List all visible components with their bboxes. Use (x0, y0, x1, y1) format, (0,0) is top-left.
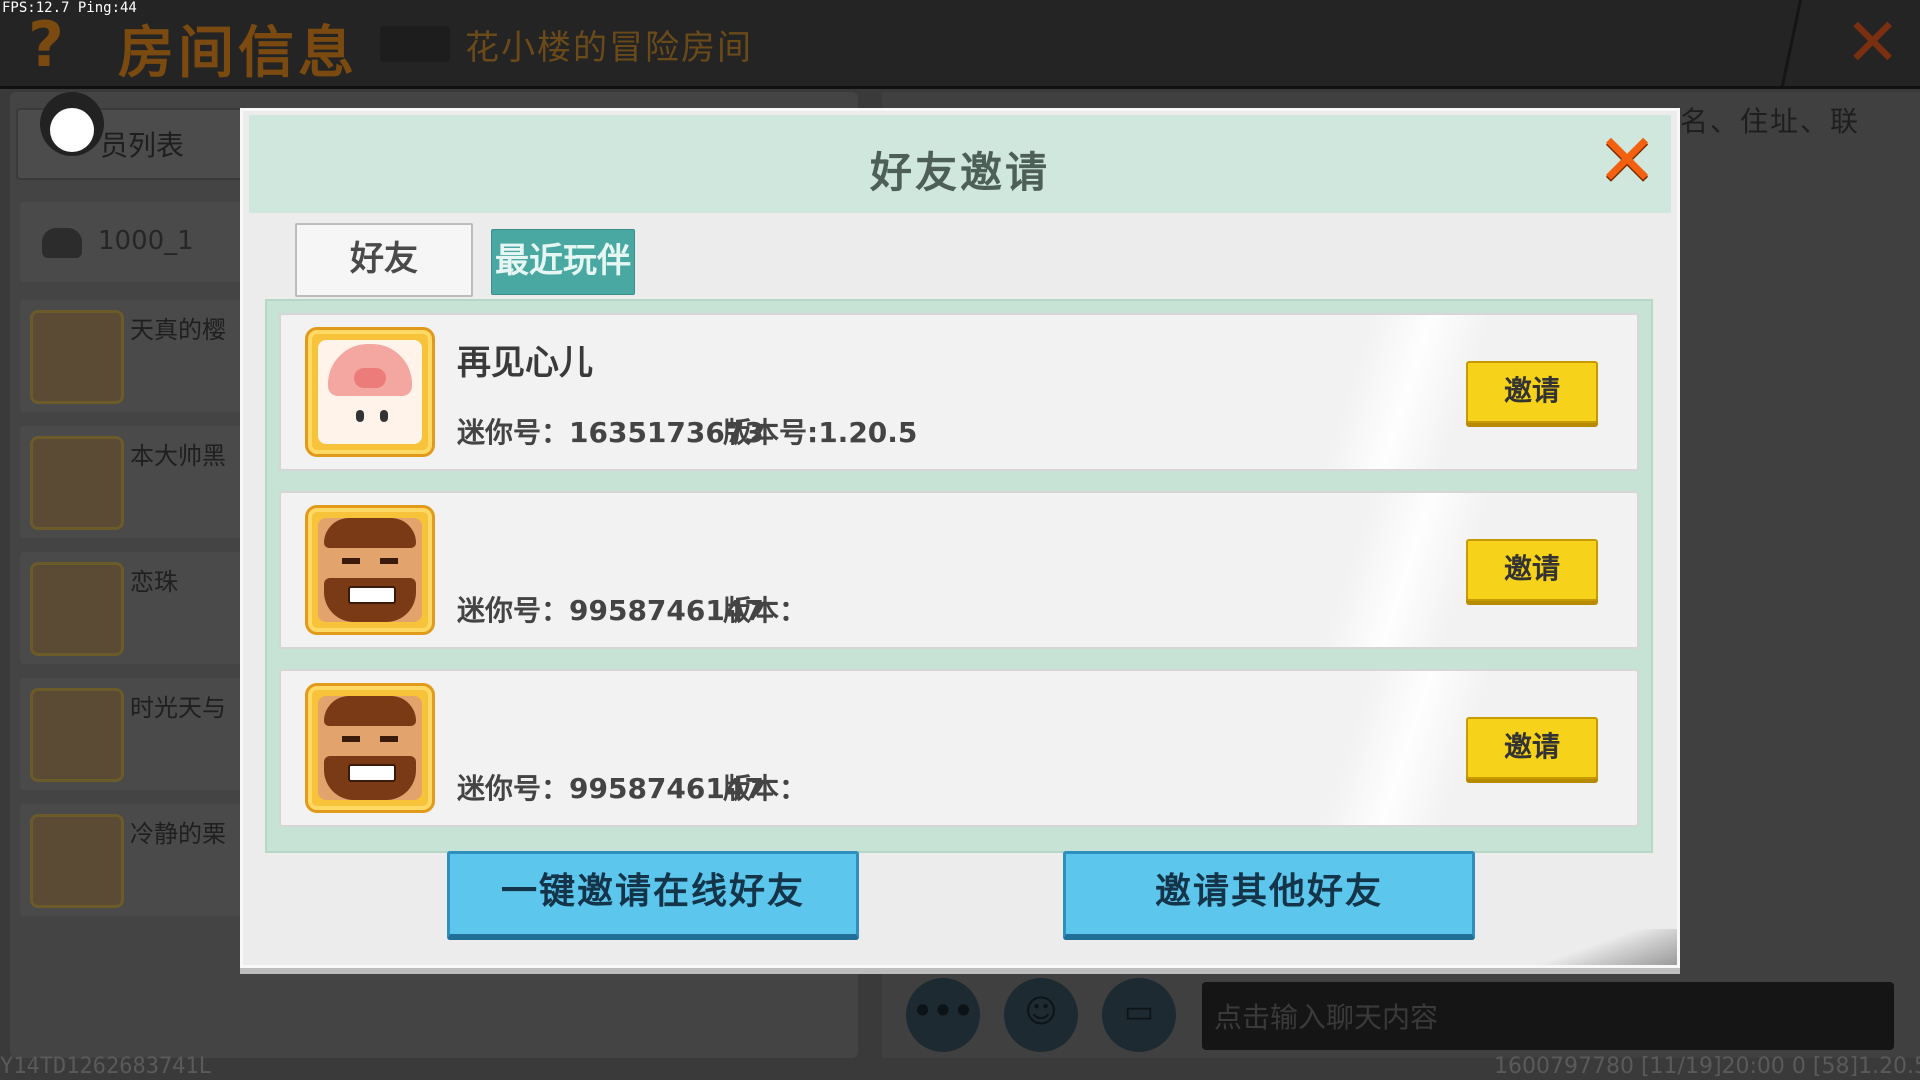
keyboard-icon: ▭ (1123, 992, 1155, 1030)
avatar (30, 688, 124, 782)
emoji-icon: ☺ (1024, 992, 1058, 1030)
close-icon[interactable]: ✕ (1596, 124, 1658, 196)
avatar (305, 505, 435, 635)
tab-friends[interactable]: 好友 (295, 223, 473, 297)
friend-name: 再见心儿 (457, 343, 593, 383)
member-name: 本大帅黑 (130, 442, 226, 470)
close-icon[interactable]: ✕ (1845, 4, 1900, 81)
invite-button[interactable]: 邀请 (1466, 717, 1598, 779)
friend-invite-dialog: 好友邀请 ✕ 好友 最近玩伴 再见心儿 迷你号：1635173673 版本号:1… (240, 108, 1680, 968)
dialog-header: 好友邀请 (249, 115, 1671, 213)
avatar (30, 310, 124, 404)
invite-online-friends-button[interactable]: 一键邀请在线好友 (447, 851, 859, 940)
mini-id: 迷你号：9958746147 (457, 594, 764, 627)
room-name: 花小楼的冒险房间 (465, 28, 753, 68)
mini-id: 迷你号：9958746147 (457, 772, 764, 805)
invite-button[interactable]: 邀请 (1466, 539, 1598, 601)
friend-list: 再见心儿 迷你号：1635173673 版本号:1.20.5 邀请 迷你号：99… (265, 299, 1653, 853)
member-name: 天真的樱 (130, 316, 226, 344)
tab-recent-players[interactable]: 最近玩伴 (491, 229, 635, 295)
avatar (30, 562, 124, 656)
version: 版本号:1.20.5 (723, 416, 918, 449)
help-icon[interactable]: ? (28, 8, 64, 81)
member-name: 恋珠 (130, 568, 178, 596)
device-id: Y14TD1262683741L (0, 1054, 212, 1079)
keyboard-button[interactable]: ▭ (1102, 978, 1176, 1052)
emoji-button[interactable]: ☺ (1004, 978, 1078, 1052)
more-button[interactable]: ••• (906, 978, 980, 1052)
room-name-icon (380, 26, 450, 62)
invite-other-friends-button[interactable]: 邀请其他好友 (1063, 851, 1475, 940)
friend-row: 迷你号：9958746147 版本： 邀请 (279, 491, 1639, 649)
avatar (305, 683, 435, 813)
version: 版本： (723, 772, 808, 805)
record-icon (50, 108, 94, 152)
friend-row: 迷你号：9958746147 版本： 邀请 (279, 669, 1639, 827)
status-info: 1600797780 [11/19]20:00 0 [58]1.20.5 (1494, 1054, 1920, 1079)
member-name: 冷静的栗 (130, 820, 226, 848)
page-title: 房间信息 (118, 21, 358, 86)
fps-readout: FPS:12.7 Ping:44 (2, 0, 137, 16)
dialog-title: 好友邀请 (869, 148, 1050, 197)
member-name: 时光天与 (130, 694, 226, 722)
more-icon: ••• (912, 992, 974, 1030)
page-curl (1543, 929, 1677, 965)
avatar (30, 436, 124, 530)
tab-member-list-label: 员列表 (100, 129, 185, 162)
room-icon (42, 228, 82, 258)
avatar (305, 327, 435, 457)
chat-input-placeholder: 点击输入聊天内容 (1214, 1001, 1439, 1034)
friend-row: 再见心儿 迷你号：1635173673 版本号:1.20.5 邀请 (279, 313, 1639, 471)
room-id: 1000_1 (98, 226, 194, 256)
search-hint: 名、住址、联 (1680, 105, 1861, 138)
invite-button[interactable]: 邀请 (1466, 361, 1598, 423)
avatar (30, 814, 124, 908)
version: 版本： (723, 594, 808, 627)
mini-id: 迷你号：1635173673 (457, 416, 764, 449)
